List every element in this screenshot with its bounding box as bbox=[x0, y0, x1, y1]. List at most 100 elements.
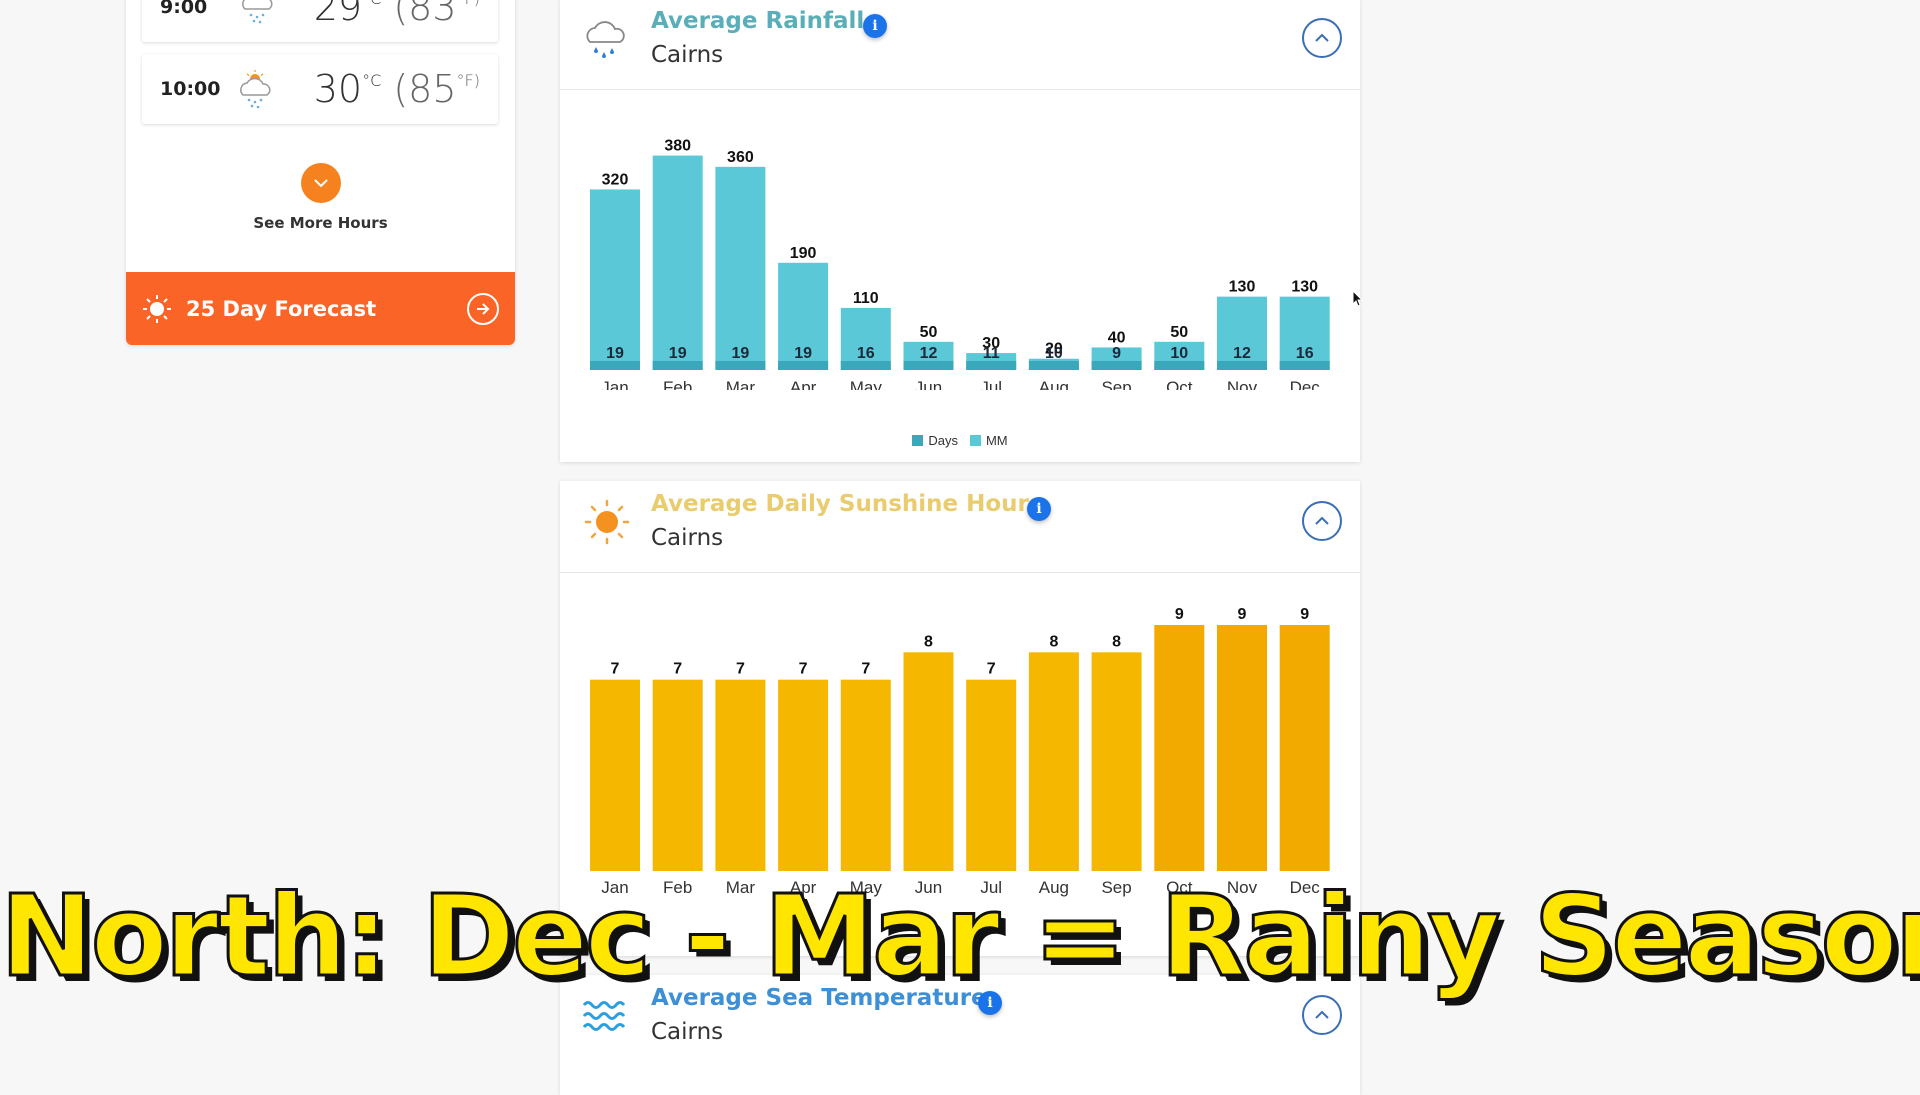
data-label-mm: 190 bbox=[790, 245, 817, 262]
data-label-mm: 40 bbox=[1108, 329, 1126, 346]
bar-sunshine-apr[interactable] bbox=[778, 679, 829, 871]
sea-location: Cairns bbox=[651, 1019, 724, 1045]
chevron-up-icon bbox=[1315, 516, 1329, 525]
rainfall-title: Average Rainfall bbox=[651, 8, 865, 34]
mouse-cursor-icon bbox=[1352, 290, 1364, 307]
arrow-right-icon bbox=[467, 292, 499, 325]
bar-days-mar[interactable] bbox=[715, 361, 766, 370]
bar-days-jun[interactable] bbox=[903, 361, 954, 370]
data-label-days: 10 bbox=[1045, 345, 1063, 362]
x-tick-label: Feb bbox=[663, 378, 692, 390]
sunshine-chart: 7 Jan 7 Feb 7 Mar 7 Apr 7 May 8 Jun 7 Jul 8 Aug 8 Sep 9 Oct… bbox=[560, 573, 1360, 917]
data-label-mm: 50 bbox=[920, 324, 938, 341]
video-caption: North: Dec - Mar = Rainy Season bbox=[0, 871, 1920, 1004]
data-label-mm: 110 bbox=[853, 290, 879, 307]
see-more-hours-button[interactable] bbox=[300, 163, 341, 203]
bar-sunshine-oct[interactable] bbox=[1154, 625, 1205, 871]
data-label-hours: 8 bbox=[1112, 633, 1121, 650]
bar-days-oct[interactable] bbox=[1154, 361, 1205, 370]
data-label-days: 19 bbox=[732, 345, 750, 362]
info-icon[interactable]: i bbox=[1027, 497, 1051, 521]
bar-sunshine-sep[interactable] bbox=[1091, 652, 1142, 871]
collapse-rainfall-button[interactable] bbox=[1302, 18, 1342, 58]
bar-days-sep[interactable] bbox=[1091, 361, 1142, 370]
data-label-days: 12 bbox=[920, 345, 938, 362]
bar-mm-feb[interactable] bbox=[652, 155, 703, 370]
data-label-hours: 8 bbox=[924, 633, 933, 650]
data-label-hours: 9 bbox=[1175, 606, 1184, 623]
bar-sunshine-dec[interactable] bbox=[1279, 625, 1330, 871]
data-label-hours: 7 bbox=[611, 661, 620, 678]
legend-item-days[interactable]: Days bbox=[912, 433, 958, 448]
x-tick-label: Jul bbox=[980, 378, 1002, 390]
bar-mm-mar[interactable] bbox=[715, 166, 766, 370]
bar-days-feb[interactable] bbox=[652, 361, 703, 370]
rain-cloud-icon bbox=[586, 21, 625, 58]
info-icon[interactable]: i bbox=[863, 14, 887, 38]
data-label-mm: 130 bbox=[1291, 279, 1318, 296]
bar-days-apr[interactable] bbox=[778, 361, 829, 370]
rainfall-location: Cairns bbox=[651, 42, 724, 68]
data-label-days: 19 bbox=[794, 345, 812, 362]
bar-sunshine-jul[interactable] bbox=[966, 679, 1017, 871]
rainfall-card-header: Average Rainfall i Cairns bbox=[560, 0, 1360, 90]
bar-sunshine-mar[interactable] bbox=[715, 679, 766, 871]
data-label-days: 9 bbox=[1112, 345, 1121, 362]
bar-mm-jan[interactable] bbox=[590, 189, 640, 370]
data-label-hours: 8 bbox=[1049, 633, 1058, 650]
data-label-days: 16 bbox=[857, 345, 875, 362]
bar-sunshine-nov[interactable] bbox=[1217, 625, 1267, 871]
data-label-hours: 7 bbox=[736, 661, 745, 678]
x-tick-label: May bbox=[850, 378, 883, 390]
x-tick-label: Apr bbox=[790, 378, 817, 390]
data-label-days: 12 bbox=[1233, 345, 1251, 362]
see-more-hours-label[interactable]: See More Hours bbox=[126, 214, 515, 232]
hour-row: 9:00 29°C (83°F) bbox=[142, 0, 498, 42]
data-label-mm: 50 bbox=[1170, 324, 1188, 341]
forecast-label: 25 Day Forecast bbox=[186, 296, 377, 321]
bar-days-jan[interactable] bbox=[590, 361, 640, 370]
sunshine-location: Cairns bbox=[651, 525, 724, 551]
data-label-mm: 360 bbox=[727, 149, 754, 166]
chevron-up-icon bbox=[1315, 1010, 1329, 1019]
bar-days-aug[interactable] bbox=[1028, 361, 1079, 370]
hourly-forecast-card: 9:00 29°C (83°F) 10:00 30°C (85°F) See M… bbox=[126, 0, 515, 345]
bar-sunshine-aug[interactable] bbox=[1028, 652, 1079, 871]
rainfall-chart: 320 19 Jan 380 19 Feb 360 19 Mar 190 19 Apr 110 16 May… bbox=[560, 90, 1360, 448]
hour-temp: 30°C (85°F) bbox=[313, 67, 480, 111]
bar-days-nov[interactable] bbox=[1217, 361, 1267, 370]
bar-days-dec[interactable] bbox=[1279, 361, 1330, 370]
data-label-hours: 9 bbox=[1300, 606, 1309, 623]
legend-item-mm[interactable]: MM bbox=[969, 433, 1008, 448]
hour-time: 9:00 bbox=[160, 0, 208, 18]
rainfall-legend: Days MM bbox=[560, 433, 1360, 448]
data-label-days: 19 bbox=[606, 345, 624, 362]
rainfall-card: Average Rainfall i Cairns 320 19 Jan 380 19 F… bbox=[560, 0, 1360, 462]
x-tick-label: Aug bbox=[1039, 378, 1069, 390]
data-label-mm: 380 bbox=[664, 138, 691, 155]
cloud-rain-icon bbox=[222, 0, 292, 27]
data-label-days: 16 bbox=[1296, 345, 1314, 362]
data-label-hours: 7 bbox=[987, 661, 996, 678]
x-tick-label: Jun bbox=[915, 378, 942, 390]
data-label-days: 10 bbox=[1170, 345, 1188, 362]
x-tick-label: Dec bbox=[1290, 378, 1321, 390]
x-tick-label: Mar bbox=[726, 378, 756, 390]
x-tick-label: Sep bbox=[1101, 378, 1131, 390]
data-label-hours: 9 bbox=[1238, 606, 1247, 623]
x-tick-label: Jan bbox=[601, 378, 628, 390]
bar-sunshine-feb[interactable] bbox=[652, 679, 703, 871]
bar-sunshine-may[interactable] bbox=[840, 679, 891, 871]
rainfall-chart-svg: 320 19 Jan 380 19 Feb 360 19 Mar 190 19 Apr 110 16 May… bbox=[590, 138, 1330, 397]
bar-days-may[interactable] bbox=[840, 361, 891, 370]
x-tick-label: Oct bbox=[1166, 378, 1193, 390]
data-label-mm: 130 bbox=[1229, 279, 1256, 296]
bar-sunshine-jan[interactable] bbox=[590, 679, 640, 871]
collapse-sunshine-button[interactable] bbox=[1302, 501, 1342, 541]
data-label-hours: 7 bbox=[861, 661, 870, 678]
data-label-hours: 7 bbox=[673, 661, 682, 678]
bar-sunshine-jun[interactable] bbox=[903, 652, 954, 871]
bar-days-jul[interactable] bbox=[966, 361, 1017, 370]
25-day-forecast-button[interactable]: 25 Day Forecast bbox=[126, 272, 515, 345]
hour-temp: 29°C (83°F) bbox=[313, 0, 480, 29]
